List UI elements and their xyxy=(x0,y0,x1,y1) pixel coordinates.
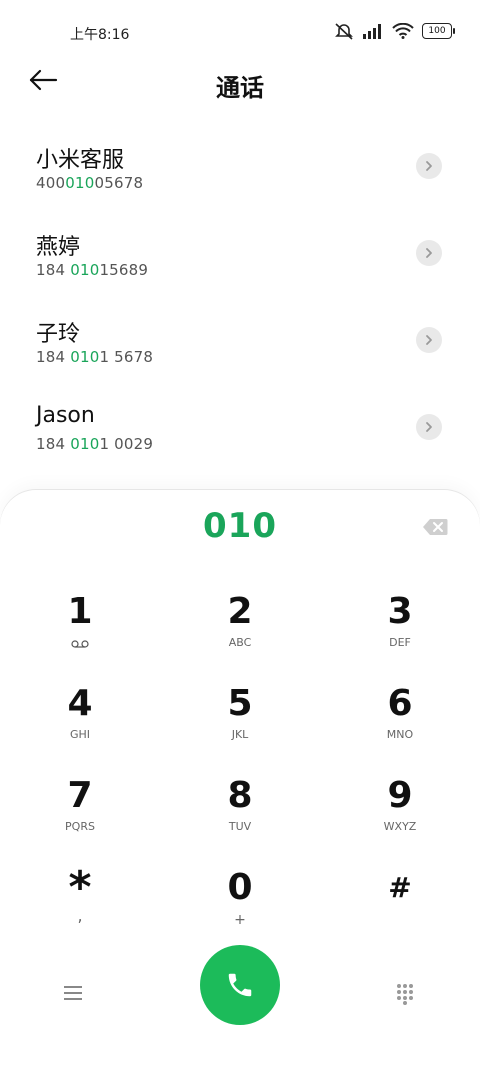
key-digit: 1 xyxy=(67,591,93,632)
key-letters: DEF xyxy=(389,636,411,649)
key-letters: + xyxy=(234,912,246,928)
backspace-icon xyxy=(423,519,448,535)
dialer-panel: 010 1 2 ABC 3 DEF 4 GHI 5 JKL 6 MNO 7 PQ… xyxy=(0,490,480,1066)
contact-item[interactable]: 小米客服 40001005678 xyxy=(0,130,480,217)
key-4[interactable]: 4 GHI xyxy=(0,682,160,774)
header: 通话 xyxy=(0,60,480,108)
key-digit: # xyxy=(388,871,412,904)
key-digit: 7 xyxy=(67,775,93,816)
key-letters: GHI xyxy=(69,728,91,741)
contact-item[interactable]: 子玲 184 0101 5678 xyxy=(0,304,480,391)
key-letters: WXYZ xyxy=(383,820,417,833)
contact-item[interactable]: 燕婷 184 01015689 xyxy=(0,217,480,304)
mute-icon xyxy=(335,23,353,40)
contact-number: 184 0101 0029 xyxy=(36,435,154,453)
contact-detail-button[interactable] xyxy=(416,153,442,179)
chevron-right-icon xyxy=(426,161,432,171)
status-icons: 100 xyxy=(334,22,455,40)
key-5[interactable]: 5 JKL xyxy=(160,682,320,774)
page-title: 通话 xyxy=(216,74,264,102)
key-digit: * xyxy=(68,862,92,913)
status-bar: 上午8:16 100 xyxy=(0,0,480,64)
menu-button[interactable] xyxy=(64,985,84,1003)
backspace-button[interactable] xyxy=(422,518,448,538)
key-letters: ABC xyxy=(228,636,252,649)
key-digit: 0 xyxy=(227,867,253,908)
key-digit: 3 xyxy=(387,591,413,632)
contact-name: 子玲 xyxy=(36,322,81,347)
dialpad-toggle-button[interactable] xyxy=(396,983,414,1005)
dialpad-icon xyxy=(397,984,413,1005)
number-match: 010 xyxy=(65,174,95,192)
phone-icon xyxy=(228,973,252,997)
number-match: 010 xyxy=(70,261,100,279)
chevron-right-icon xyxy=(426,335,432,345)
key-digit: 9 xyxy=(387,775,413,816)
wifi-icon xyxy=(392,23,414,39)
key-7[interactable]: 7 PQRS xyxy=(0,774,160,866)
contact-number: 40001005678 xyxy=(36,174,144,192)
signal-icon xyxy=(363,24,381,39)
contact-number: 184 0101 5678 xyxy=(36,348,154,366)
key-digit: 8 xyxy=(227,775,253,816)
contact-detail-button[interactable] xyxy=(416,240,442,266)
dialed-number[interactable]: 010 xyxy=(0,506,480,546)
number-match: 010 xyxy=(70,435,100,453)
key-3[interactable]: 3 DEF xyxy=(320,590,480,682)
key-9[interactable]: 9 WXYZ xyxy=(320,774,480,866)
dialer-bottom-bar xyxy=(0,945,480,1025)
contact-item[interactable]: Jason 184 0101 0029 xyxy=(0,391,480,478)
contact-number: 184 01015689 xyxy=(36,261,149,279)
status-time: 上午8:16 xyxy=(70,27,130,43)
contact-list: 小米客服 40001005678 燕婷 184 01015689 子玲 184 … xyxy=(0,130,480,478)
chevron-right-icon xyxy=(426,422,432,432)
key-8[interactable]: 8 TUV xyxy=(160,774,320,866)
key-letters: , xyxy=(77,906,83,925)
call-button[interactable] xyxy=(200,945,280,1025)
key-letters: PQRS xyxy=(65,820,95,833)
key-2[interactable]: 2 ABC xyxy=(160,590,320,682)
chevron-right-icon xyxy=(426,248,432,258)
contact-detail-button[interactable] xyxy=(416,414,442,440)
key-1[interactable]: 1 xyxy=(0,590,160,682)
key-6[interactable]: 6 MNO xyxy=(320,682,480,774)
voicemail-icon xyxy=(71,640,89,648)
key-digit: 5 xyxy=(227,683,253,724)
menu-icon xyxy=(64,986,82,1000)
contact-name: 小米客服 xyxy=(36,148,125,173)
battery-icon: 100 xyxy=(422,23,455,39)
contact-name: 燕婷 xyxy=(36,235,81,260)
key-digit: 4 xyxy=(67,683,93,724)
key-digit: 2 xyxy=(227,591,253,632)
contact-detail-button[interactable] xyxy=(416,327,442,353)
key-letters: TUV xyxy=(228,820,252,833)
contact-name: Jason xyxy=(36,403,95,428)
key-letters: JKL xyxy=(231,728,249,741)
key-digit: 6 xyxy=(387,683,413,724)
key-letters: MNO xyxy=(386,728,414,741)
number-match: 010 xyxy=(70,348,100,366)
